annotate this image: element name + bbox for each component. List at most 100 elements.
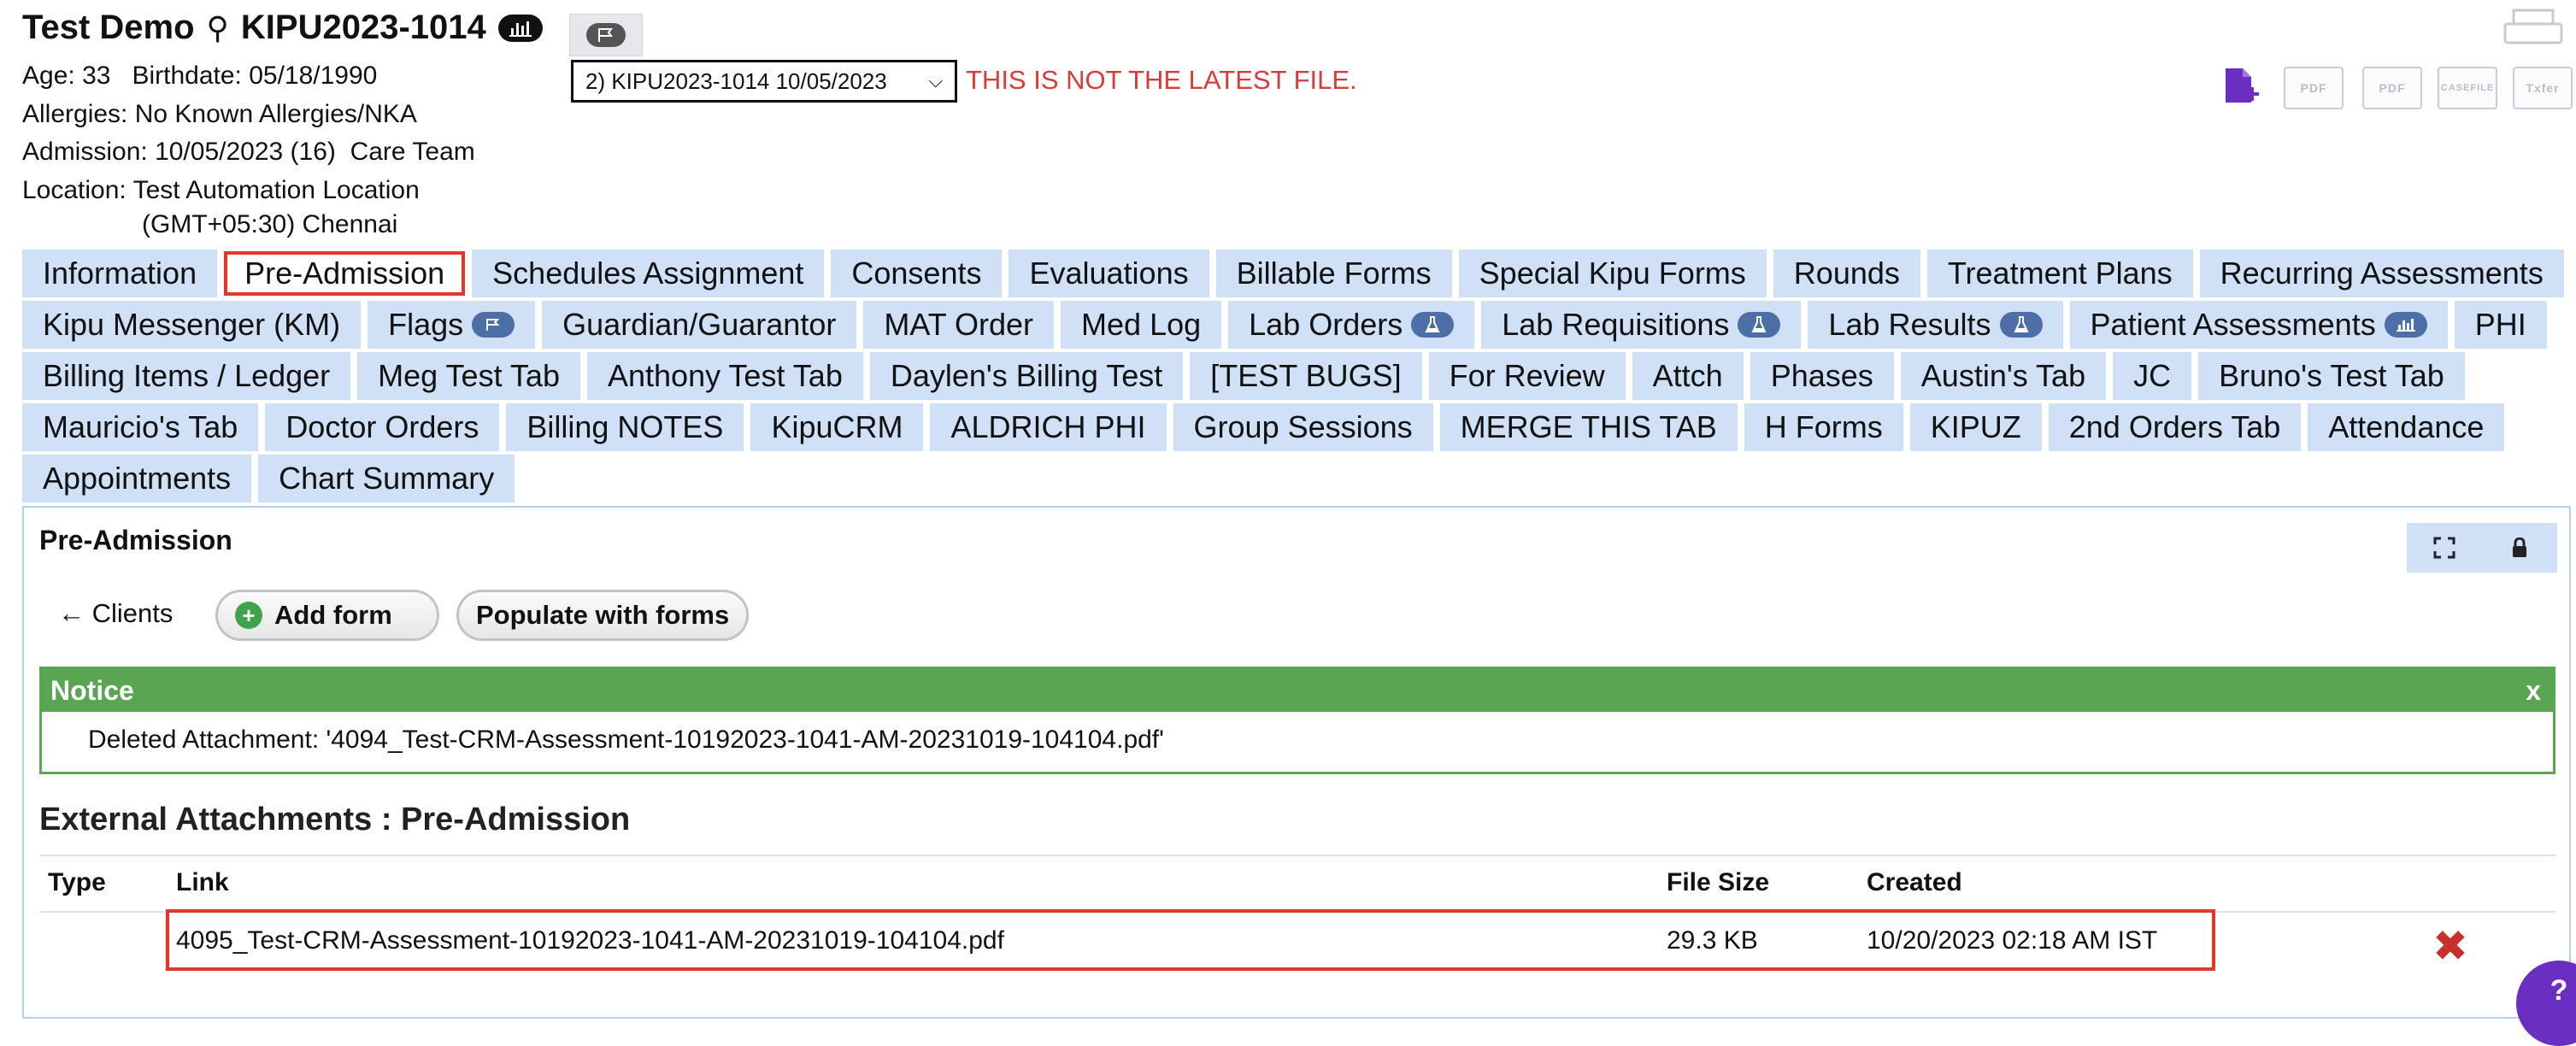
pdf-icon[interactable]: PDF [2284, 67, 2344, 109]
admission-value: 10/05/2023 (16) [155, 138, 336, 166]
tab-chart-summary[interactable]: Chart Summary [258, 455, 515, 502]
printer-icon[interactable] [2502, 9, 2564, 46]
notice-close-button[interactable]: x [2526, 675, 2541, 707]
tab-flags[interactable]: Flags [368, 301, 536, 349]
tab-row-3: Billing Items / Ledger Meg Test Tab Anth… [22, 352, 2472, 400]
tab-rounds[interactable]: Rounds [1773, 250, 1920, 297]
tab-pre-admission[interactable]: Pre-Admission [224, 251, 466, 296]
flag-button[interactable] [569, 14, 643, 56]
tab-phi[interactable]: PHI [2454, 301, 2547, 349]
chart-id: KIPU2023-1014 [240, 9, 486, 46]
tab-billing-items-ledger[interactable]: Billing Items / Ledger [22, 352, 351, 400]
transfer-icon[interactable]: Txfer [2513, 67, 2573, 109]
tab-austins-tab[interactable]: Austin's Tab [1900, 352, 2107, 400]
lock-icon[interactable] [2482, 523, 2557, 573]
patient-name: Test Demo [22, 9, 195, 46]
delete-icon[interactable]: ✖ [2432, 925, 2468, 967]
file-select-value: 2) KIPU2023-1014 10/05/2023 [585, 68, 887, 94]
file-select[interactable]: 2) KIPU2023-1014 10/05/2023 ⌵ [571, 60, 957, 103]
tab-lab-requisitions[interactable]: Lab Requisitions [1481, 301, 1802, 349]
populate-forms-button[interactable]: Populate with forms [456, 590, 749, 641]
tab-consents[interactable]: Consents [831, 250, 1003, 297]
attachments-heading: External Attachments : Pre-Admission [39, 802, 631, 837]
tab-doctor-orders[interactable]: Doctor Orders [265, 403, 500, 451]
flask-icon [1999, 312, 2043, 338]
row-created: 10/20/2023 02:18 AM IST [1867, 926, 2158, 955]
latest-file-warning: THIS IS NOT THE LATEST FILE. [966, 65, 1357, 95]
plus-circle-icon: + [235, 602, 262, 629]
notice-title: Notice [50, 674, 134, 706]
tab-row-4: Mauricio's Tab Doctor Orders Billing NOT… [22, 403, 2511, 451]
tab-phases[interactable]: Phases [1750, 352, 1894, 400]
panel-title: Pre-Admission [39, 525, 232, 555]
tab-merge-this-tab[interactable]: MERGE THIS TAB [1439, 403, 1738, 451]
tab-billable-forms[interactable]: Billable Forms [1215, 250, 1452, 297]
chart-icon[interactable] [497, 14, 543, 42]
notice-box: Notice x Deleted Attachment: '4094_Test-… [39, 667, 2555, 774]
tab-billing-notes[interactable]: Billing NOTES [506, 403, 744, 451]
tab-schedules-assignment[interactable]: Schedules Assignment [472, 250, 825, 297]
col-header-link: Link [176, 868, 229, 896]
tab-2nd-orders-tab[interactable]: 2nd Orders Tab [2048, 403, 2302, 451]
tab-row-2: Kipu Messenger (KM) Flags Guardian/Guara… [22, 301, 2554, 349]
tab-lab-results[interactable]: Lab Results [1808, 301, 2063, 349]
row-file-size: 29.3 KB [1667, 926, 1758, 955]
flag-icon [472, 312, 515, 338]
tab-evaluations[interactable]: Evaluations [1009, 250, 1209, 297]
tab-daylens-billing-test[interactable]: Daylen's Billing Test [869, 352, 1184, 400]
tab-kipu-messenger[interactable]: Kipu Messenger (KM) [22, 301, 362, 349]
allergies-value: No Known Allergies/NKA [134, 100, 417, 128]
notice-header: Notice x [42, 669, 2553, 712]
tab-mat-order[interactable]: MAT Order [863, 301, 1055, 349]
tab-patient-assessments[interactable]: Patient Assessments [2069, 301, 2448, 349]
allergies-line: Allergies: No Known Allergies/NKA [22, 100, 417, 128]
add-form-button[interactable]: + Add form [215, 590, 439, 641]
tab-special-kipu-forms[interactable]: Special Kipu Forms [1458, 250, 1767, 297]
table-divider [39, 855, 2555, 856]
tab-row-1: Information Pre-Admission Schedules Assi… [22, 250, 2571, 297]
tab-jc[interactable]: JC [2113, 352, 2192, 400]
back-to-clients-link[interactable]: ← Clients [58, 598, 173, 629]
tab-aldrich-phi[interactable]: ALDRICH PHI [930, 403, 1167, 451]
tab-information[interactable]: Information [22, 250, 218, 297]
location-value: Test Automation Location [132, 176, 420, 204]
col-header-file-size: File Size [1667, 868, 1770, 896]
expand-icon[interactable] [2407, 523, 2482, 573]
add-document-icon[interactable] [2220, 67, 2261, 106]
flask-icon [1738, 312, 1781, 338]
tab-anthony-test-tab[interactable]: Anthony Test Tab [586, 352, 863, 400]
tab-mauricios-tab[interactable]: Mauricio's Tab [22, 403, 259, 451]
col-header-type: Type [48, 868, 106, 896]
tab-attendance[interactable]: Attendance [2308, 403, 2505, 451]
location-line: Location: Test Automation Location [22, 176, 420, 204]
age-line: Age: 33 Birthdate: 05/18/1990 [22, 62, 378, 90]
gender-icon: ⚲ [206, 9, 229, 45]
col-header-created: Created [1867, 868, 1962, 896]
tab-recurring-assessments[interactable]: Recurring Assessments [2199, 250, 2564, 297]
tab-med-log[interactable]: Med Log [1061, 301, 1222, 349]
casefile-icon[interactable]: CASEFILE [2438, 67, 2497, 109]
tab-for-review[interactable]: For Review [1428, 352, 1626, 400]
tab-test-bugs[interactable]: [TEST BUGS] [1190, 352, 1422, 400]
arrow-left-icon: ← [58, 598, 85, 628]
tab-attch[interactable]: Attch [1632, 352, 1744, 400]
age-value: 33 [82, 62, 111, 90]
tab-brunos-test-tab[interactable]: Bruno's Test Tab [2198, 352, 2465, 400]
tab-meg-test-tab[interactable]: Meg Test Tab [357, 352, 580, 400]
tab-treatment-plans[interactable]: Treatment Plans [1926, 250, 2193, 297]
admission-line: Admission: 10/05/2023 (16) Care Team [22, 138, 475, 166]
tab-row-5: Appointments Chart Summary [22, 455, 521, 502]
pdf-stack-icon[interactable]: PDF [2362, 67, 2422, 109]
chevron-down-icon: ⌵ [928, 70, 943, 91]
tab-lab-orders[interactable]: Lab Orders [1228, 301, 1475, 349]
tab-kipuz[interactable]: KIPUZ [1909, 403, 2042, 451]
tab-guardian-guarantor[interactable]: Guardian/Guarantor [542, 301, 857, 349]
tab-h-forms[interactable]: H Forms [1744, 403, 1903, 451]
tab-group-sessions[interactable]: Group Sessions [1173, 403, 1433, 451]
tab-kipucrm[interactable]: KipuCRM [750, 403, 924, 451]
attachment-link[interactable]: 4095_Test-CRM-Assessment-10192023-1041-A… [176, 926, 1004, 955]
flag-icon [586, 23, 626, 47]
tab-appointments[interactable]: Appointments [22, 455, 252, 502]
care-team-link[interactable]: Care Team [350, 138, 475, 166]
birthdate-value: 05/18/1990 [249, 62, 378, 90]
